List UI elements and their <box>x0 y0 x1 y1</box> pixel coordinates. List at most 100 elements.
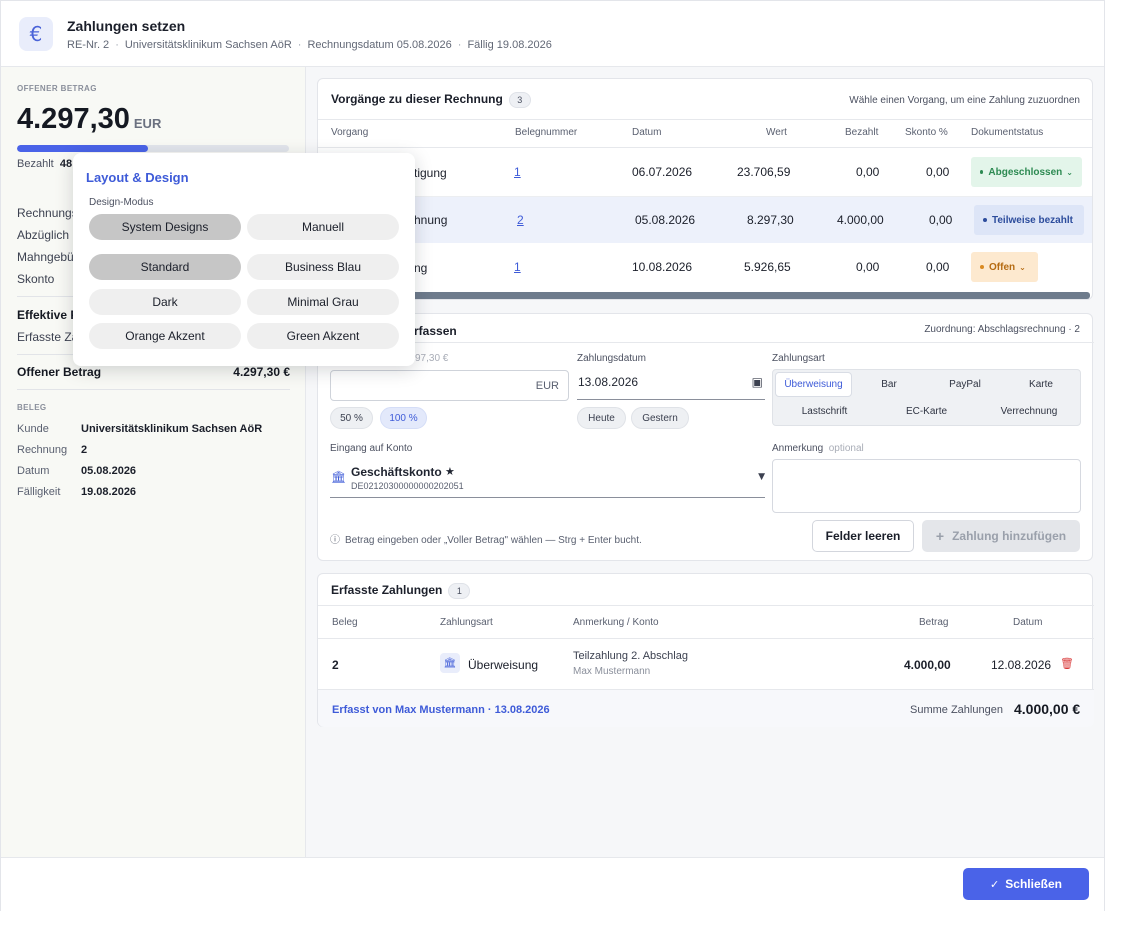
cell-wert: 5.926,65 <box>744 260 791 274</box>
beleg-link[interactable]: 2 <box>517 213 524 227</box>
star-icon: ★ <box>445 465 455 478</box>
divider <box>17 389 290 390</box>
beleg-link[interactable]: 1 <box>514 165 521 179</box>
col-vorgang: Vorgang <box>331 127 369 138</box>
calendar-icon[interactable]: ▣ <box>752 375 763 389</box>
date-input[interactable]: 13.08.2026 ▣ <box>577 369 765 400</box>
method-karte[interactable]: Karte <box>1005 379 1077 390</box>
status-badge[interactable]: Offen ⌄ <box>971 252 1038 282</box>
erfassen-title: rfassen <box>414 324 457 338</box>
vorgaenge-count: 3 <box>508 92 531 108</box>
divider <box>318 342 1094 343</box>
payment-row[interactable]: 2 🏛 Überweisung Teilzahlung 2. Abschlag … <box>318 639 1094 689</box>
dialog-title: Zahlungen setzen <box>67 18 186 34</box>
trash-icon[interactable]: 🗑 <box>1060 657 1074 670</box>
col-datum: Datum <box>632 127 662 138</box>
beleg-label: BELEG <box>17 403 47 412</box>
account-name: Geschäftskonto <box>351 465 442 479</box>
method-bar[interactable]: Bar <box>853 379 925 390</box>
col-skonto: Skonto % <box>905 127 948 138</box>
chip-50-percent[interactable]: 50 % <box>330 407 373 429</box>
note-label: Anmerkung optional <box>772 443 864 454</box>
method-ec-karte[interactable]: EC-Karte <box>876 406 977 417</box>
theme-orange-akzent[interactable]: Orange Akzent <box>89 323 241 349</box>
payment-method-selector: Überweisung Bar PayPal Karte Lastschrift… <box>772 369 1081 426</box>
note-textarea[interactable] <box>772 459 1081 513</box>
close-button[interactable]: ✓ Schließen <box>963 868 1089 900</box>
table-row-selected[interactable]: hnung 2 05.08.2026 8.297,30 4.000,00 0,0… <box>318 197 1092 243</box>
vorgaenge-hint: Wähle einen Vorgang, um eine Zahlung zuz… <box>849 95 1080 106</box>
kv-value: 19.08.2026 <box>81 486 137 498</box>
today-button[interactable]: Heute <box>577 407 626 429</box>
add-payment-label: Zahlung hinzufügen <box>952 529 1067 543</box>
dialog-header: € Zahlungen setzen RE-Nr. 2 · Universitäts… <box>1 1 1104 67</box>
col-betrag: Betrag <box>919 617 949 628</box>
beleg-due: Fälligkeit 19.08.2026 <box>17 486 136 498</box>
mode-system-designs[interactable]: System Designs <box>89 214 241 240</box>
mode-manuell[interactable]: Manuell <box>247 214 399 240</box>
cell-wert: 23.706,59 <box>737 165 791 179</box>
status-label: Teilweise bezahlt <box>992 214 1073 226</box>
table-row[interactable]: ng 1 10.08.2026 5.926,65 0,00 0,00 Offen… <box>318 244 1092 290</box>
cell-bezahlt: 0,00 <box>856 260 880 274</box>
note-optional: optional <box>828 443 864 454</box>
amount-label: 97,30 € <box>415 353 449 364</box>
cell-bezahlt: 0,00 <box>856 165 880 179</box>
customer-name: Universitätsklinikum Sachsen AöR <box>124 39 292 51</box>
status-badge[interactable]: Abgeschlossen ⌄ <box>971 157 1082 187</box>
col-belegnummer: Belegnummer <box>515 127 578 138</box>
open-amount-value: 4.297,30 <box>17 103 130 135</box>
theme-business-blau[interactable]: Business Blau <box>247 254 399 280</box>
method-lastschrift[interactable]: Lastschrift <box>775 406 874 417</box>
theme-minimal-grau[interactable]: Minimal Grau <box>247 289 399 315</box>
payment-date: 12.08.2026 <box>991 658 1052 672</box>
yesterday-button[interactable]: Gestern <box>631 407 689 429</box>
method-paypal[interactable]: PayPal <box>929 379 1001 390</box>
chevron-down-icon: ⌄ <box>1066 167 1073 177</box>
divider <box>318 147 1092 148</box>
paid-label: Bezahlt <box>17 158 54 170</box>
open-amount: 4.297,30 EUR <box>17 103 161 136</box>
kv-value: 2 <box>81 444 88 456</box>
method-ueberweisung[interactable]: Überweisung <box>775 372 852 397</box>
cell-bezahlt: 4.000,00 <box>837 213 884 227</box>
amount-input[interactable]: EUR <box>330 370 569 401</box>
payment-beleg: 2 <box>332 658 339 672</box>
status-badge[interactable]: Teilweise bezahlt <box>974 205 1084 235</box>
plus-icon: + <box>935 528 945 544</box>
beleg-link[interactable]: 1 <box>514 260 521 274</box>
design-mode-label: Design-Modus <box>89 197 154 208</box>
chip-100-percent[interactable]: 100 % <box>380 407 427 429</box>
open-total-label: Offener Betrag <box>17 365 102 379</box>
status-dot <box>980 170 984 174</box>
summary-row-open-total: Offener Betrag 4.297,30 € <box>17 365 290 379</box>
open-total-value: 4.297,30 € <box>233 365 290 379</box>
invoice-number: RE-Nr. 2 <box>67 39 110 51</box>
vorgaenge-card: Vorgänge zu dieser Rechnung 3 Wähle einen… <box>317 78 1093 300</box>
close-button-label: Schließen <box>1005 877 1062 891</box>
euro-icon: € <box>19 17 53 51</box>
col-wert: Wert <box>766 127 787 138</box>
amount-currency: EUR <box>535 380 559 392</box>
table-row[interactable]: tigung 1 06.07.2026 23.706,59 0,00 0,00 … <box>318 149 1092 195</box>
account-select[interactable]: 🏛 Geschäftskonto ★ DE0212030000000020205… <box>330 461 765 498</box>
help-text: ⓘ Betrag eingeben oder „Voller Betrag" wä… <box>330 531 642 546</box>
account-label: Eingang auf Konto <box>330 443 413 454</box>
clear-fields-button[interactable]: Felder leeren <box>812 520 914 552</box>
summary-row-label: Erfasste Za <box>17 330 79 344</box>
cell-datum: 05.08.2026 <box>635 213 696 227</box>
summary-row-label: Effektive F <box>17 308 78 322</box>
vorgaenge-title-text: Vorgänge zu dieser Rechnung <box>331 92 503 107</box>
add-payment-button[interactable]: + Zahlung hinzufügen <box>922 520 1080 552</box>
theme-dark[interactable]: Dark <box>89 289 241 315</box>
theme-standard[interactable]: Standard <box>89 254 241 280</box>
captured-by: Erfasst von Max Mustermann · 13.08.2026 <box>332 704 550 716</box>
open-amount-label: OFFENER BETRAG <box>17 84 97 93</box>
payment-amount: 4.000,00 <box>904 658 951 672</box>
payment-account: Max Mustermann <box>573 666 651 677</box>
method-verrechnung[interactable]: Verrechnung <box>979 406 1079 417</box>
col-beleg: Beleg <box>332 617 358 628</box>
dialog-footer: ✓ Schließen <box>1 857 1104 911</box>
assignment-info: Zuordnung: Abschlagsrechnung · 2 <box>924 324 1080 335</box>
theme-green-akzent[interactable]: Green Akzent <box>247 323 399 349</box>
